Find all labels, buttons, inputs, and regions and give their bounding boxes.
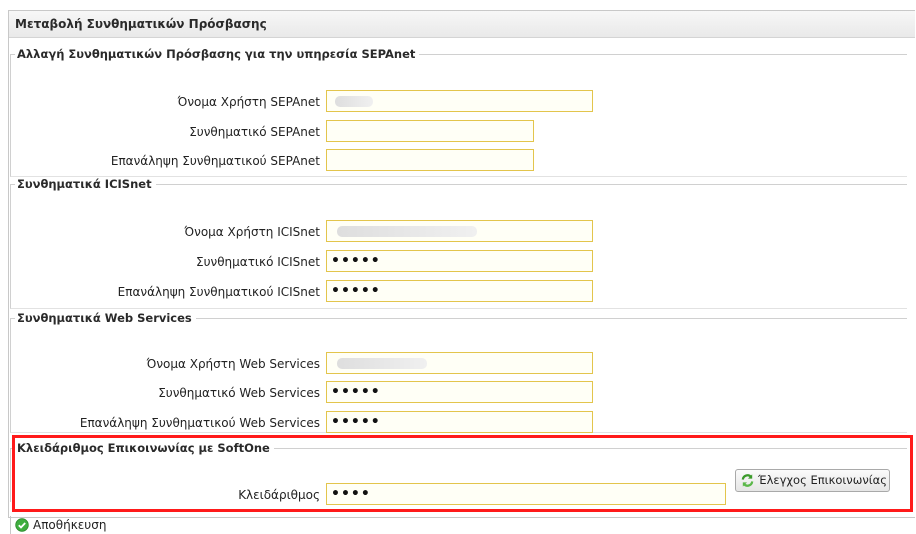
icisnet-username-input[interactable] xyxy=(326,220,593,242)
redacted-username-blur xyxy=(337,226,477,237)
sepanet-repeat-input[interactable] xyxy=(326,149,534,171)
webservices-legend: Συνθηματικά Web Services xyxy=(17,311,192,325)
sepanet-legend: Αλλαγή Συνθηματικών Πρόσβασης για την υπ… xyxy=(17,47,416,61)
icisnet-repeat-label: Επανάληψη Συνθηματικού ICISnet xyxy=(117,285,320,299)
save-button[interactable]: Αποθήκευση xyxy=(15,517,106,533)
save-label: Αποθήκευση xyxy=(33,518,107,532)
highlight-box xyxy=(12,435,913,512)
redacted-username-blur xyxy=(337,358,427,369)
icisnet-username-label: Όνομα Χρήστη ICISnet xyxy=(184,225,320,239)
sepanet-password-label: Συνθηματικό SEPAnet xyxy=(189,125,320,139)
webservices-repeat-input[interactable]: ••••• xyxy=(326,411,593,433)
icisnet-password-input[interactable]: ••••• xyxy=(326,250,593,272)
webservices-repeat-label: Επανάληψη Συνθηματικού Web Services xyxy=(79,416,320,430)
icisnet-group: Συνθηματικά ICISnet Όνομα Χρήστη ICISnet… xyxy=(10,177,907,309)
sepanet-repeat-label: Επανάληψη Συνθηματικού SEPAnet xyxy=(110,154,320,168)
webservices-group: Συνθηματικά Web Services Όνομα Χρήστη We… xyxy=(10,311,907,433)
check-circle-icon xyxy=(15,518,29,532)
sepanet-group: Αλλαγή Συνθηματικών Πρόσβασης για την υπ… xyxy=(10,47,907,177)
redacted-username-blur xyxy=(335,96,373,107)
webservices-username-input[interactable] xyxy=(326,352,593,374)
webservices-password-label: Συνθηματικό Web Services xyxy=(158,386,320,400)
icisnet-password-label: Συνθηματικό ICISnet xyxy=(195,255,320,269)
icisnet-legend: Συνθηματικά ICISnet xyxy=(17,177,152,191)
sepanet-username-label: Όνομα Χρήστη SEPAnet xyxy=(177,95,320,109)
webservices-password-input[interactable]: ••••• xyxy=(326,381,593,403)
icisnet-repeat-input[interactable]: ••••• xyxy=(326,280,593,302)
bottom-toolbar xyxy=(10,516,916,534)
panel-title: Μεταβολή Συνθηματικών Πρόσβασης xyxy=(9,11,915,38)
sepanet-password-input[interactable] xyxy=(326,120,534,142)
sepanet-username-input[interactable] xyxy=(326,90,593,112)
webservices-username-label: Όνομα Χρήστη Web Services xyxy=(146,357,320,371)
